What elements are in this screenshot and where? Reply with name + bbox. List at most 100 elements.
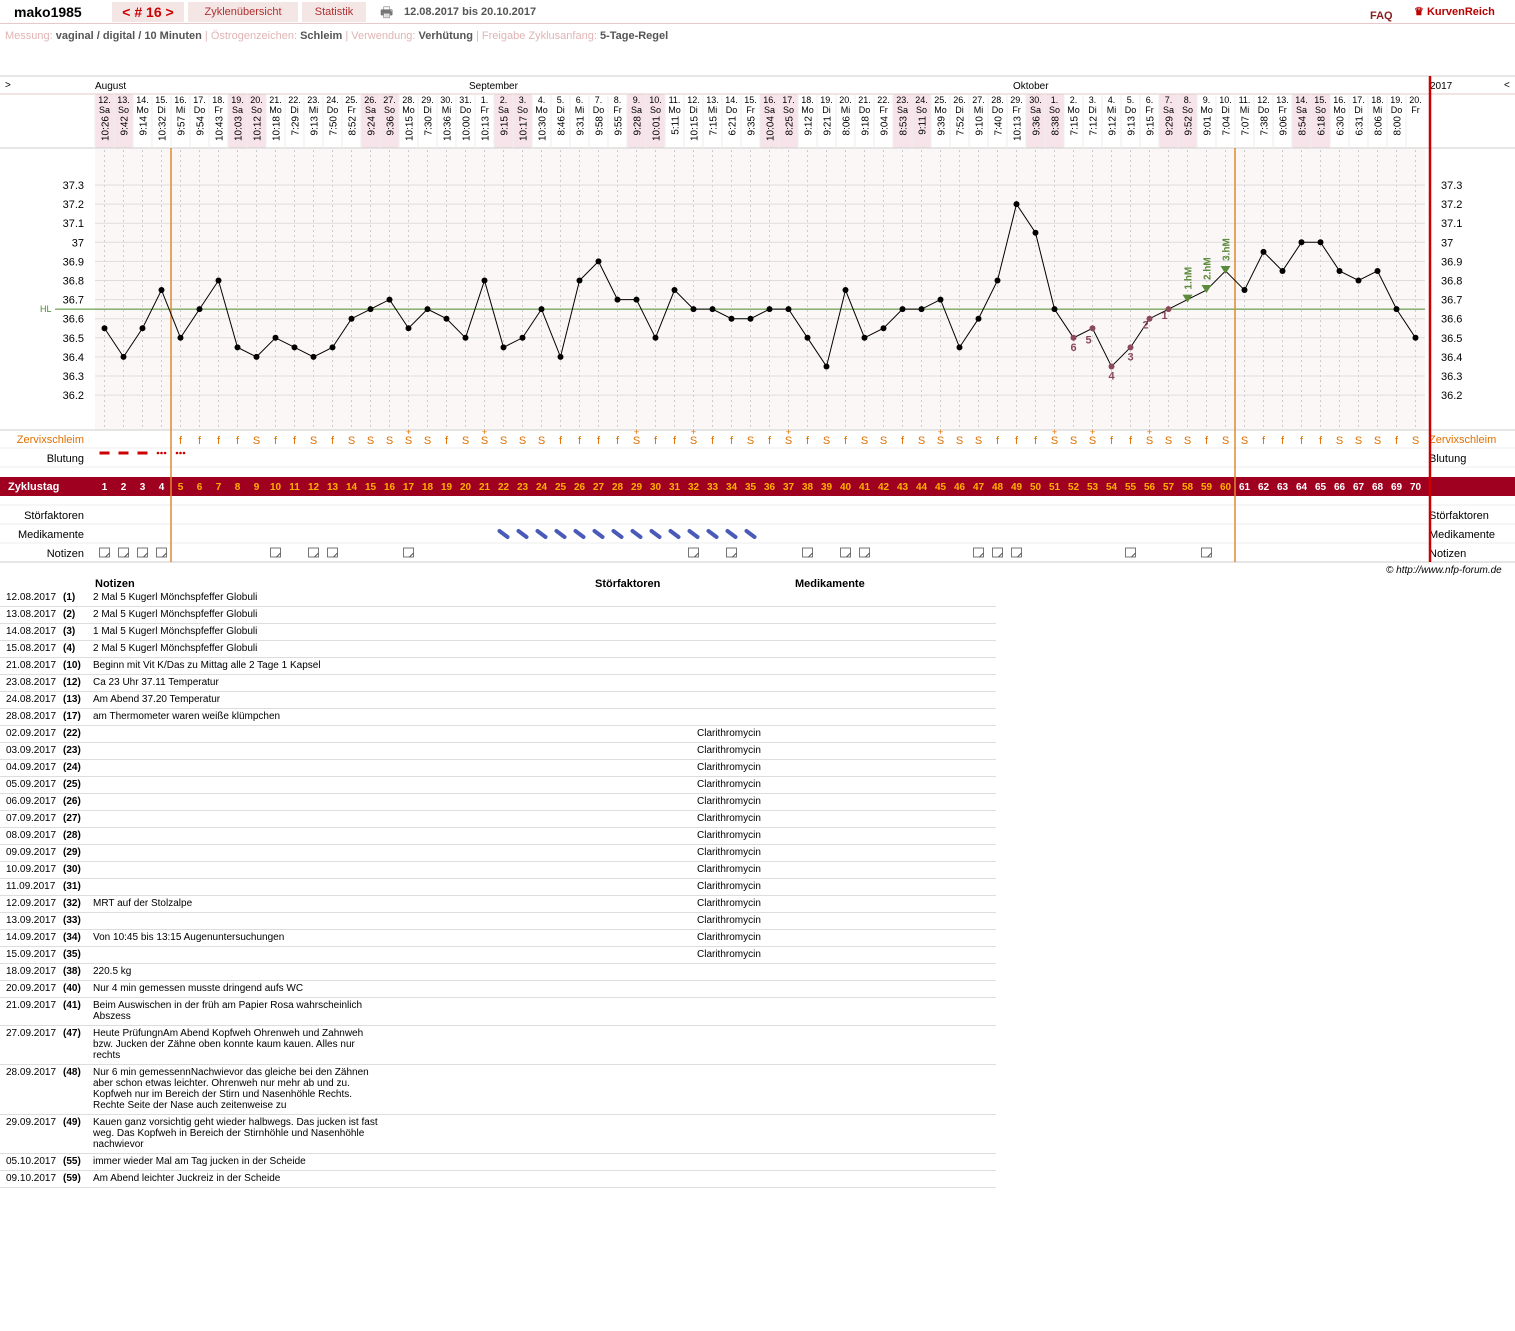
- print-icon[interactable]: 🖶: [380, 2, 398, 22]
- note-icon: [327, 547, 338, 558]
- mucus-mark: f: [217, 435, 221, 447]
- y-tick-label-right: 37.3: [1441, 180, 1462, 192]
- note-cycle-day: (3): [63, 626, 76, 637]
- mucus-mark: S: [386, 435, 393, 447]
- note-text: immer wieder Mal am Tag jucken in der Sc…: [93, 1156, 306, 1167]
- note-text: Nur 6 min gemessennNachwievor das gleich…: [93, 1067, 369, 1111]
- weekday-label: Mo: [269, 105, 282, 115]
- year-label: 2017: [1430, 81, 1453, 92]
- note-date: 13.08.2017: [6, 609, 57, 620]
- high-measure-label: 1.hM: [1184, 267, 1195, 290]
- weekday-label: Sa: [1296, 105, 1307, 115]
- cycle-day-number: 60: [1220, 482, 1232, 493]
- temperature-point: [918, 306, 925, 313]
- time-label: 8:52: [348, 116, 359, 136]
- date-label: 26.: [364, 95, 377, 105]
- mucus-mark: f: [806, 435, 810, 447]
- low-temp-label: 3: [1127, 351, 1133, 363]
- date-label: 13.: [117, 95, 130, 105]
- cycle-day-number: 36: [764, 482, 776, 493]
- y-tick-label: 36.2: [63, 390, 84, 402]
- note-date: 06.09.2017: [6, 796, 57, 807]
- pill-icon: [687, 529, 700, 539]
- brand-logo[interactable]: ♛ KurvenReich: [1414, 2, 1495, 22]
- tab-statistics[interactable]: Statistik: [302, 2, 366, 22]
- time-label: 10:13: [1013, 116, 1024, 141]
- faq-link[interactable]: FAQ: [1370, 6, 1393, 26]
- y-tick-label-right: 36.4: [1441, 352, 1462, 364]
- cycle-day-number: 11: [289, 482, 300, 493]
- note-meds: Clarithromycin: [697, 779, 761, 790]
- date-label: 4.: [538, 95, 546, 105]
- cycle-day-number: 55: [1125, 482, 1137, 493]
- mucus-mark: S: [253, 435, 260, 447]
- date-label: 11.: [1239, 95, 1251, 105]
- notes-list: 12.08.2017 (1) 2 Mal 5 Kugerl Mönchspfeffe…: [0, 590, 996, 1188]
- y-tick-label: 36.3: [63, 371, 84, 383]
- weekday-label: Di: [1088, 105, 1097, 115]
- note-date: 21.09.2017: [6, 1000, 57, 1011]
- weekday-label: Do: [1258, 105, 1270, 115]
- cycle-day-number: 47: [973, 482, 985, 493]
- cycle-day-number: 38: [802, 482, 814, 493]
- tab-overview[interactable]: Zyklenübersicht: [188, 2, 298, 22]
- temperature-point: [367, 306, 374, 313]
- weekday-label: Fr: [480, 105, 489, 115]
- temperature-point: [215, 277, 222, 284]
- table-row: 02.09.2017 (22) Clarithromycin: [0, 726, 996, 743]
- note-text: 2 Mal 5 Kugerl Mönchspfeffer Globuli: [93, 609, 258, 620]
- cycle-day-number: 53: [1087, 482, 1099, 493]
- cycle-navigator[interactable]: < # 16 >: [112, 2, 184, 22]
- date-label: 10.: [649, 95, 662, 105]
- cycle-day-number: 4: [159, 482, 165, 493]
- weekday-label: Di: [423, 105, 432, 115]
- date-label: 17.: [782, 95, 795, 105]
- top-bar: mako1985 < # 16 > Zyklenübersicht Statis…: [0, 0, 1515, 24]
- note-date: 15.09.2017: [6, 949, 57, 960]
- weekday-label: Mo: [1333, 105, 1346, 115]
- weekday-label: So: [118, 105, 129, 115]
- time-label: 7:40: [994, 116, 1005, 136]
- pill-icon: [630, 529, 643, 539]
- mucus-mark: f: [616, 435, 620, 447]
- temperature-point: [576, 277, 583, 284]
- weekday-label: So: [1315, 105, 1326, 115]
- note-cycle-day: (35): [63, 949, 81, 960]
- temperature-point: [880, 325, 887, 332]
- row-label-meds-right: Medikamente: [1429, 529, 1495, 541]
- weekday-label: Mi: [575, 105, 585, 115]
- meta-separator: |: [472, 30, 482, 42]
- note-text: [93, 881, 384, 892]
- table-row: 14.09.2017 (34) Von 10:45 bis 13:15 Augenu…: [0, 930, 996, 947]
- mucus-mark: S: [500, 435, 507, 447]
- date-label: 15.: [155, 95, 168, 105]
- note-icon: [1125, 547, 1136, 558]
- mucus-mark: f: [578, 435, 582, 447]
- low-temp-label: 1: [1161, 310, 1167, 322]
- mucus-plus: +: [786, 427, 791, 437]
- table-row: 04.09.2017 (24) Clarithromycin: [0, 760, 996, 777]
- temperature-point: [329, 344, 336, 351]
- mucus-mark: S: [424, 435, 431, 447]
- note-cycle-day: (32): [63, 898, 81, 909]
- note-icon: [840, 547, 851, 558]
- username[interactable]: mako1985: [4, 2, 90, 22]
- date-label: 7.: [595, 95, 603, 105]
- high-measure-label: 2.hM: [1203, 257, 1214, 280]
- weekday-label: Do: [1391, 105, 1403, 115]
- mucus-mark: f: [996, 435, 1000, 447]
- table-row: 15.08.2017 (4) 2 Mal 5 Kugerl Mönchspfeffe…: [0, 641, 996, 658]
- time-label: 9:06: [1279, 116, 1290, 136]
- temperature-point: [937, 296, 944, 303]
- time-label: 9:39: [937, 116, 948, 136]
- date-label: 30.: [1029, 95, 1042, 105]
- date-label: 1.: [481, 95, 489, 105]
- mucus-mark: S: [1222, 435, 1229, 447]
- note-date: 14.09.2017: [6, 932, 57, 943]
- weekday-label: Fr: [746, 105, 755, 115]
- cycle-day-number: 27: [593, 482, 605, 493]
- weekday-label: Do: [460, 105, 472, 115]
- cycle-day-number: 24: [536, 482, 548, 493]
- time-label: 9:36: [386, 116, 397, 136]
- month-label: August: [95, 81, 126, 92]
